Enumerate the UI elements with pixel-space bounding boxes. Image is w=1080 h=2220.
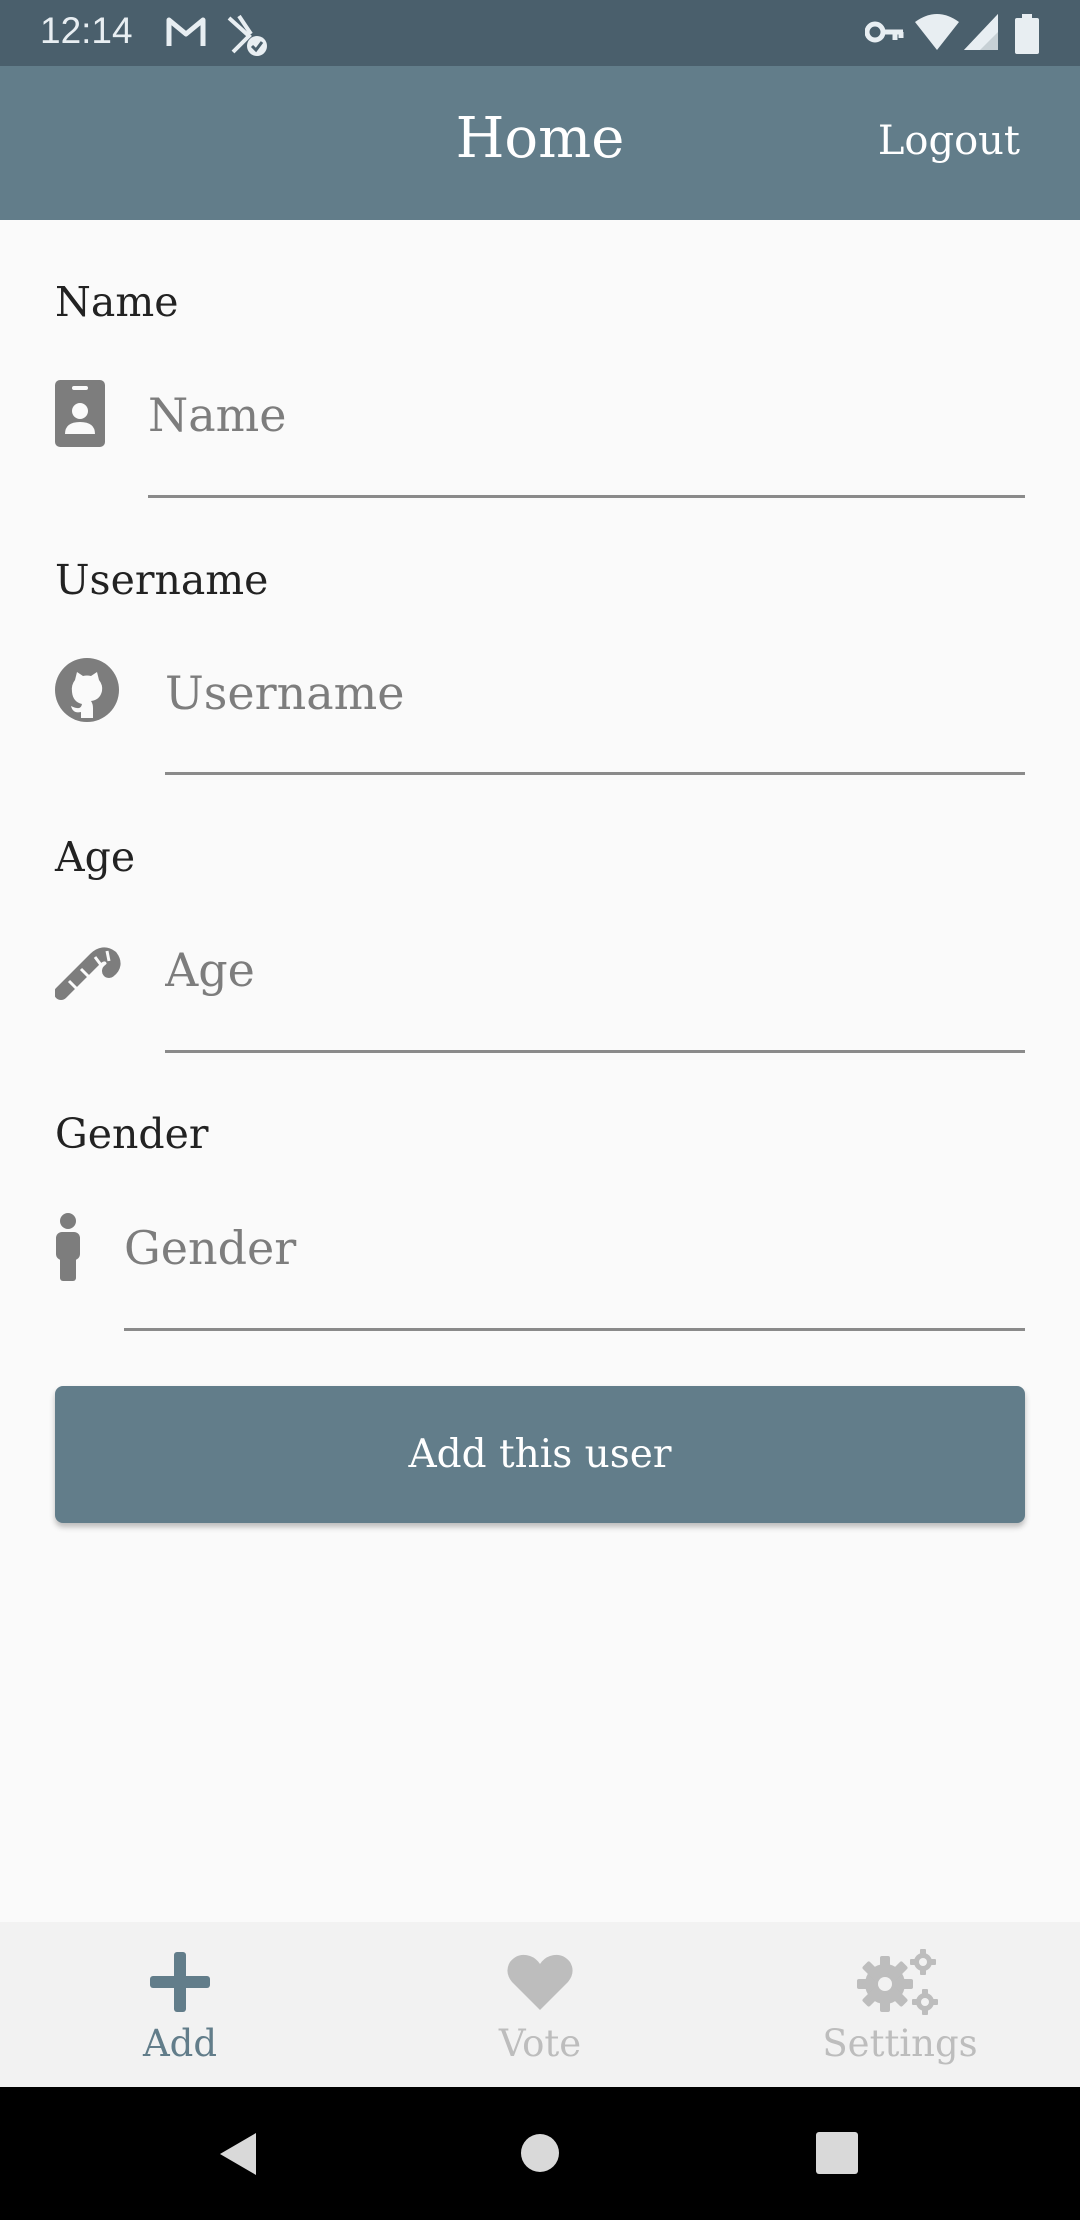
app-bar: Home Logout <box>0 66 1080 220</box>
gender-input-underline <box>124 1328 1025 1331</box>
github-icon <box>55 658 119 722</box>
username-label: Username <box>55 556 269 604</box>
home-icon[interactable] <box>520 2133 560 2173</box>
heart-icon <box>507 1954 573 2010</box>
system-nav-bar <box>0 2087 1080 2220</box>
key-icon <box>865 21 904 43</box>
plus-icon <box>150 1952 210 2012</box>
nav-label-settings: Settings <box>822 2022 978 2065</box>
nav-item-add[interactable]: Add <box>0 1922 360 2087</box>
name-label: Name <box>55 278 179 326</box>
add-user-button[interactable]: Add this user <box>55 1386 1025 1523</box>
recents-icon[interactable] <box>816 2132 858 2174</box>
name-input[interactable] <box>148 385 1018 445</box>
logout-button[interactable]: Logout <box>878 118 1020 164</box>
nav-label-vote: Vote <box>498 2022 582 2065</box>
status-bar: 12:14 <box>0 0 1080 66</box>
gmail-icon <box>166 17 206 46</box>
id-badge-icon <box>55 380 105 447</box>
gender-label: Gender <box>55 1110 209 1158</box>
candy-cane-icon <box>55 947 121 1000</box>
bottom-nav: Add Vote Settings <box>0 1922 1080 2087</box>
gender-input[interactable] <box>124 1218 1019 1278</box>
signal-icon <box>964 14 998 50</box>
back-icon[interactable] <box>218 2131 258 2177</box>
status-time: 12:14 <box>40 10 133 51</box>
person-icon <box>56 1213 80 1281</box>
username-input-underline <box>165 772 1025 775</box>
nav-label-add: Add <box>142 2022 218 2065</box>
username-input[interactable] <box>165 663 1020 723</box>
vpn-check-icon <box>227 14 267 56</box>
age-input[interactable] <box>165 940 1020 1000</box>
nav-item-vote[interactable]: Vote <box>360 1922 720 2087</box>
battery-icon <box>1015 14 1039 54</box>
gears-icon <box>857 1949 938 2015</box>
wifi-icon <box>915 14 959 50</box>
age-input-underline <box>165 1050 1025 1053</box>
name-input-underline <box>148 495 1025 498</box>
nav-item-settings[interactable]: Settings <box>720 1922 1080 2087</box>
age-label: Age <box>55 833 136 881</box>
